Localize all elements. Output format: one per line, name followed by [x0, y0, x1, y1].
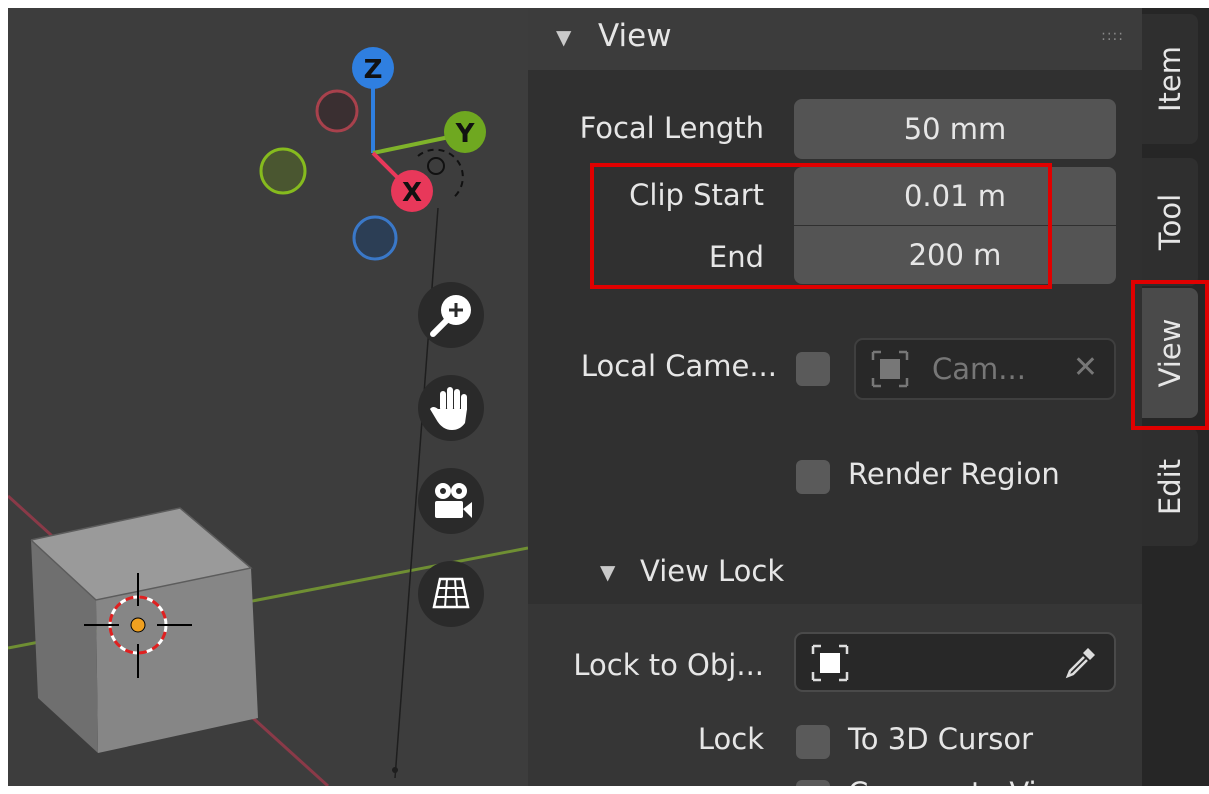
- lock-label: Lock: [697, 722, 764, 756]
- hand-pan-icon: [430, 387, 467, 430]
- tab-tool[interactable]: Tool: [1142, 158, 1198, 286]
- local-camera-label: Local Came...: [580, 349, 777, 383]
- neg-y-axis-handle[interactable]: [259, 147, 307, 195]
- neg-z-axis-handle[interactable]: [352, 215, 398, 261]
- camera-object-icon: [871, 350, 909, 388]
- collapse-triangle-icon[interactable]: ▼: [600, 560, 615, 584]
- view-lock-title: View Lock: [640, 554, 785, 588]
- view-panel-title: View: [598, 18, 672, 54]
- sidebar-panel: ▼ View :::: Focal Length 50 mm Clip Star…: [528, 8, 1142, 786]
- view-lock-header[interactable]: ▼ View Lock: [528, 540, 1142, 604]
- object-icon: [811, 644, 849, 682]
- tab-item-label: Item: [1153, 45, 1187, 113]
- camera-view-button[interactable]: [418, 468, 484, 534]
- tab-edit[interactable]: Edit: [1142, 428, 1198, 546]
- collapse-triangle-icon[interactable]: ▼: [556, 25, 571, 49]
- cube-front-face: [96, 568, 258, 753]
- neg-x-axis-handle[interactable]: [315, 89, 359, 133]
- view-panel-header[interactable]: ▼ View ::::: [528, 8, 1142, 70]
- tab-edit-label: Edit: [1153, 458, 1187, 516]
- local-camera-field[interactable]: Cam... ✕: [854, 338, 1116, 400]
- zoom-button[interactable]: [418, 282, 484, 348]
- render-region-label: Render Region: [848, 457, 1060, 491]
- local-camera-checkbox[interactable]: [796, 352, 830, 386]
- lock-camera-to-view-label: Camera to Vie: [848, 776, 1054, 786]
- 3d-viewport[interactable]: Z Y X: [8, 8, 528, 786]
- ortho-grid-icon: [432, 577, 470, 609]
- gizmo-camera-icon: [427, 157, 445, 175]
- ortho-toggle-button[interactable]: [418, 561, 484, 627]
- eyedropper-icon[interactable]: [1064, 645, 1098, 679]
- blender-window: Z Y X ▼ View:::: Focal Length 50 mm Cli…: [8, 8, 1209, 786]
- view-tab-highlight-box: [1131, 280, 1209, 430]
- drag-grip-icon[interactable]: ::::: [1101, 28, 1124, 44]
- navigation-gizmo[interactable]: Z Y X: [259, 47, 486, 261]
- lock-to-object-label: Lock to Obj...: [573, 648, 764, 682]
- tab-tool-label: Tool: [1153, 193, 1187, 251]
- pan-button[interactable]: [418, 375, 484, 441]
- y-axis-label: Y: [455, 119, 476, 149]
- focal-length-field[interactable]: 50 mm: [794, 99, 1116, 159]
- tab-item[interactable]: Item: [1142, 14, 1198, 144]
- focal-length-value: 50 mm: [903, 112, 1007, 146]
- z-axis-label: Z: [364, 55, 383, 85]
- x-axis-label: X: [402, 178, 422, 208]
- camera-limit-point: [392, 767, 398, 773]
- clip-highlight-box: [590, 163, 1052, 289]
- local-camera-value: Cam...: [932, 352, 1026, 386]
- zoom-in-icon: [430, 295, 471, 337]
- lock-to-3d-cursor-checkbox[interactable]: [796, 725, 830, 759]
- focal-length-label: Focal Length: [579, 111, 764, 145]
- lock-to-object-field[interactable]: [794, 632, 1116, 692]
- camera-view-icon: [435, 483, 472, 518]
- close-icon[interactable]: ✕: [1073, 350, 1098, 385]
- lock-camera-to-view-checkbox[interactable]: [796, 780, 830, 786]
- render-region-checkbox[interactable]: [796, 460, 830, 494]
- lock-to-3d-cursor-label: To 3D Cursor: [848, 722, 1034, 756]
